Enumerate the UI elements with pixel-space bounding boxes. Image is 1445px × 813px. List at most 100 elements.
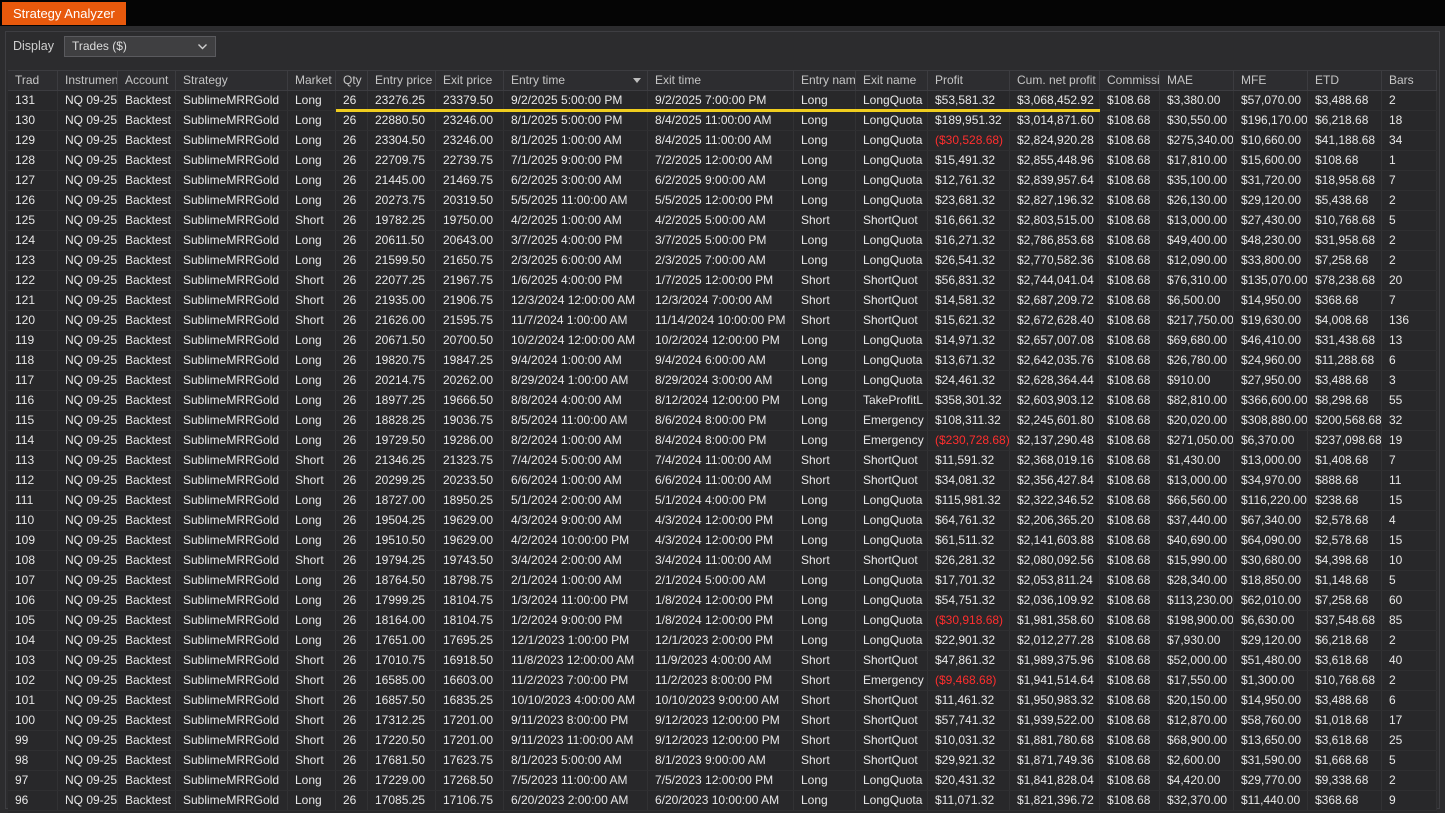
table-row[interactable]: 123NQ 09-25BacktestSublimeMRRGoldLong262… xyxy=(8,251,1437,271)
cell-exit-name: ShortQuot xyxy=(856,551,928,570)
cell-commission: $108.68 xyxy=(1100,331,1160,350)
table-row[interactable]: 118NQ 09-25BacktestSublimeMRRGoldLong261… xyxy=(8,351,1437,371)
cell-mae: $4,420.00 xyxy=(1160,771,1234,790)
table-row[interactable]: 98NQ 09-25BacktestSublimeMRRGoldShort261… xyxy=(8,751,1437,771)
cell-exit-price: 23246.00 xyxy=(436,111,504,130)
table-row[interactable]: 101NQ 09-25BacktestSublimeMRRGoldShort26… xyxy=(8,691,1437,711)
cell-entry-price: 21445.00 xyxy=(368,171,436,190)
table-row[interactable]: 102NQ 09-25BacktestSublimeMRRGoldShort26… xyxy=(8,671,1437,691)
column-header-bars[interactable]: Bars xyxy=(1382,71,1437,90)
cell-profit: $26,281.32 xyxy=(928,551,1010,570)
column-header-exit-name[interactable]: Exit name xyxy=(856,71,928,90)
cell-profit: $17,701.32 xyxy=(928,571,1010,590)
table-row[interactable]: 105NQ 09-25BacktestSublimeMRRGoldLong261… xyxy=(8,611,1437,631)
column-header-exit-time[interactable]: Exit time xyxy=(648,71,794,90)
cell-qty: 26 xyxy=(336,271,368,290)
table-row[interactable]: 117NQ 09-25BacktestSublimeMRRGoldLong262… xyxy=(8,371,1437,391)
tab-strategy-analyzer[interactable]: Strategy Analyzer xyxy=(2,2,126,25)
column-header-exit-price[interactable]: Exit price xyxy=(436,71,504,90)
table-row[interactable]: 106NQ 09-25BacktestSublimeMRRGoldLong261… xyxy=(8,591,1437,611)
table-row[interactable]: 114NQ 09-25BacktestSublimeMRRGoldLong261… xyxy=(8,431,1437,451)
cell-exit-time: 1/7/2025 12:00:00 PM xyxy=(648,271,794,290)
cell-entry-time: 6/2/2025 3:00:00 AM xyxy=(504,171,648,190)
table-row[interactable]: 127NQ 09-25BacktestSublimeMRRGoldLong262… xyxy=(8,171,1437,191)
cell-entry-price: 19504.25 xyxy=(368,511,436,530)
cell-mae: $66,560.00 xyxy=(1160,491,1234,510)
table-row[interactable]: 100NQ 09-25BacktestSublimeMRRGoldShort26… xyxy=(8,711,1437,731)
table-row[interactable]: 120NQ 09-25BacktestSublimeMRRGoldShort26… xyxy=(8,311,1437,331)
cell-account: Backtest xyxy=(118,471,176,490)
table-row[interactable]: 104NQ 09-25BacktestSublimeMRRGoldLong261… xyxy=(8,631,1437,651)
column-header-entry-time[interactable]: Entry time xyxy=(504,71,648,90)
cell-profit: $11,071.32 xyxy=(928,791,1010,810)
table-row[interactable]: 116NQ 09-25BacktestSublimeMRRGoldLong261… xyxy=(8,391,1437,411)
column-header-instrument[interactable]: Instrument xyxy=(58,71,118,90)
cell-commission: $108.68 xyxy=(1100,351,1160,370)
cell-market-position: Short xyxy=(288,271,336,290)
table-row[interactable]: 113NQ 09-25BacktestSublimeMRRGoldShort26… xyxy=(8,451,1437,471)
cell-exit-price: 17201.00 xyxy=(436,711,504,730)
cell-market-position: Short xyxy=(288,471,336,490)
cell-strategy: SublimeMRRGold xyxy=(176,311,288,330)
column-header-profit[interactable]: Profit xyxy=(928,71,1010,90)
table-row[interactable]: 96NQ 09-25BacktestSublimeMRRGoldLong2617… xyxy=(8,791,1437,811)
cell-exit-name: LongQuota xyxy=(856,631,928,650)
table-row[interactable]: 129NQ 09-25BacktestSublimeMRRGoldLong262… xyxy=(8,131,1437,151)
cell-market-position: Short xyxy=(288,311,336,330)
table-row[interactable]: 111NQ 09-25BacktestSublimeMRRGoldLong261… xyxy=(8,491,1437,511)
cell-exit-price: 17201.00 xyxy=(436,731,504,750)
cell-exit-name: LongQuota xyxy=(856,531,928,550)
table-row[interactable]: 109NQ 09-25BacktestSublimeMRRGoldLong261… xyxy=(8,531,1437,551)
cell-exit-name: ShortQuot xyxy=(856,291,928,310)
table-row[interactable]: 119NQ 09-25BacktestSublimeMRRGoldLong262… xyxy=(8,331,1437,351)
cell-bars: 17 xyxy=(1382,711,1437,730)
table-row[interactable]: 130NQ 09-25BacktestSublimeMRRGoldLong262… xyxy=(8,111,1437,131)
column-header-entry-price[interactable]: Entry price xyxy=(368,71,436,90)
column-header-market-position[interactable]: Market xyxy=(288,71,336,90)
cell-strategy: SublimeMRRGold xyxy=(176,531,288,550)
cell-strategy: SublimeMRRGold xyxy=(176,411,288,430)
cell-bars: 10 xyxy=(1382,551,1437,570)
cell-entry-price: 19820.75 xyxy=(368,351,436,370)
cell-account: Backtest xyxy=(118,651,176,670)
column-header-mae[interactable]: MAE xyxy=(1160,71,1234,90)
cell-exit-time: 1/8/2024 12:00:00 PM xyxy=(648,591,794,610)
column-header-etd[interactable]: ETD xyxy=(1308,71,1382,90)
table-row[interactable]: 97NQ 09-25BacktestSublimeMRRGoldLong2617… xyxy=(8,771,1437,791)
table-row[interactable]: 131NQ 09-25BacktestSublimeMRRGoldLong262… xyxy=(8,91,1437,111)
table-row[interactable]: 122NQ 09-25BacktestSublimeMRRGoldShort26… xyxy=(8,271,1437,291)
cell-instrument: NQ 09-25 xyxy=(58,331,118,350)
table-row[interactable]: 103NQ 09-25BacktestSublimeMRRGoldShort26… xyxy=(8,651,1437,671)
column-header-entry-name[interactable]: Entry nam xyxy=(794,71,856,90)
display-select-value: Trades ($) xyxy=(72,39,127,53)
table-row[interactable]: 124NQ 09-25BacktestSublimeMRRGoldLong262… xyxy=(8,231,1437,251)
table-row[interactable]: 107NQ 09-25BacktestSublimeMRRGoldLong261… xyxy=(8,571,1437,591)
table-row[interactable]: 125NQ 09-25BacktestSublimeMRRGoldShort26… xyxy=(8,211,1437,231)
cell-account: Backtest xyxy=(118,611,176,630)
column-header-strategy[interactable]: Strategy xyxy=(176,71,288,90)
column-header-mfe[interactable]: MFE xyxy=(1234,71,1308,90)
cell-market-position: Long xyxy=(288,391,336,410)
cell-strategy: SublimeMRRGold xyxy=(176,731,288,750)
table-row[interactable]: 108NQ 09-25BacktestSublimeMRRGoldShort26… xyxy=(8,551,1437,571)
cell-exit-price: 17695.25 xyxy=(436,631,504,650)
table-row[interactable]: 126NQ 09-25BacktestSublimeMRRGoldLong262… xyxy=(8,191,1437,211)
column-header-commission[interactable]: Commissio xyxy=(1100,71,1160,90)
display-select[interactable]: Trades ($) xyxy=(64,36,216,57)
table-row[interactable]: 99NQ 09-25BacktestSublimeMRRGoldShort261… xyxy=(8,731,1437,751)
table-row[interactable]: 112NQ 09-25BacktestSublimeMRRGoldShort26… xyxy=(8,471,1437,491)
cell-entry-time: 12/3/2024 12:00:00 AM xyxy=(504,291,648,310)
cell-bars: 85 xyxy=(1382,611,1437,630)
cell-strategy: SublimeMRRGold xyxy=(176,491,288,510)
cell-profit: $12,761.32 xyxy=(928,171,1010,190)
column-header-trade-number[interactable]: Trad xyxy=(8,71,58,90)
column-header-qty[interactable]: Qty xyxy=(336,71,368,90)
cell-commission: $108.68 xyxy=(1100,711,1160,730)
table-row[interactable]: 110NQ 09-25BacktestSublimeMRRGoldLong261… xyxy=(8,511,1437,531)
table-row[interactable]: 121NQ 09-25BacktestSublimeMRRGoldShort26… xyxy=(8,291,1437,311)
column-header-cum-net-profit[interactable]: Cum. net profit xyxy=(1010,71,1100,90)
table-row[interactable]: 115NQ 09-25BacktestSublimeMRRGoldLong261… xyxy=(8,411,1437,431)
table-row[interactable]: 128NQ 09-25BacktestSublimeMRRGoldLong262… xyxy=(8,151,1437,171)
cell-market-position: Short xyxy=(288,551,336,570)
column-header-account[interactable]: Account xyxy=(118,71,176,90)
